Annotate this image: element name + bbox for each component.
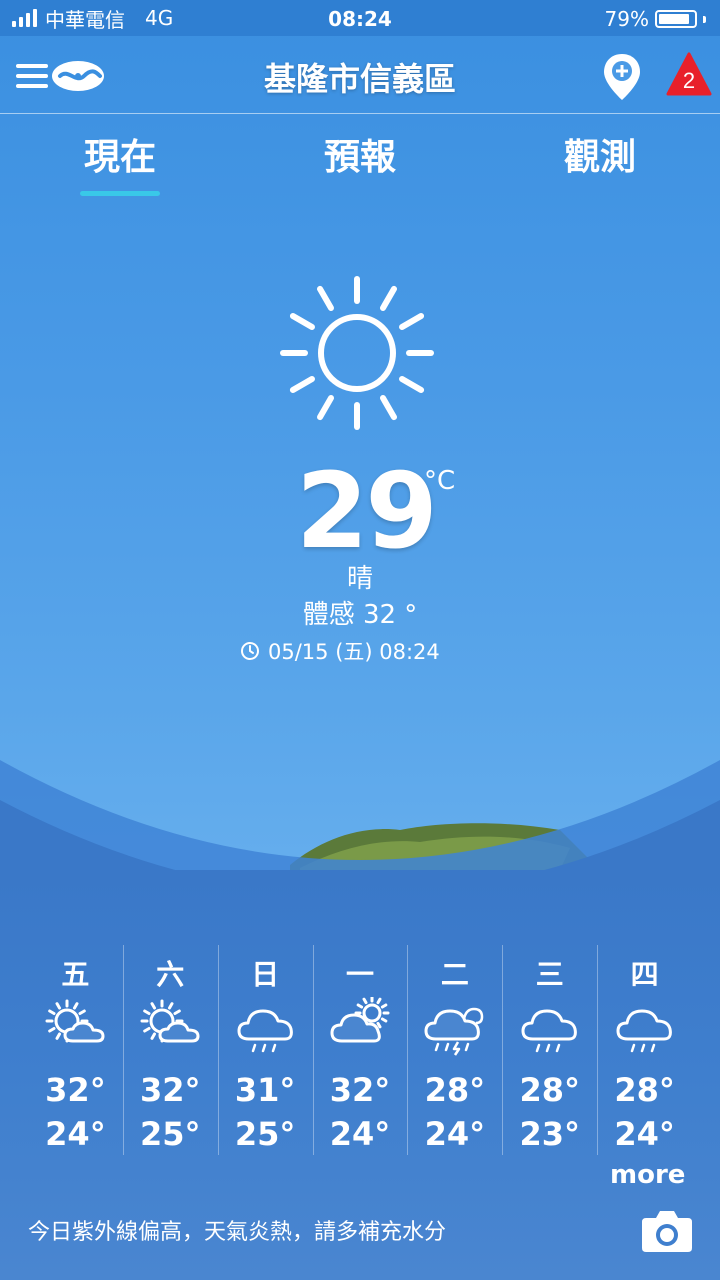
sun-icon — [272, 268, 442, 438]
feels-like: 體感 32 ° — [302, 600, 418, 630]
rain-cloud-icon — [519, 997, 581, 1053]
day-name: 五 — [61, 958, 90, 991]
forecast-day[interactable]: 四 28° 24° — [597, 945, 692, 1155]
forecast-day[interactable]: 二 28° 24° — [407, 945, 502, 1155]
tab-observation[interactable]: 觀測 — [520, 128, 680, 180]
temperature-unit: °C — [424, 466, 456, 496]
tab-forecast[interactable]: 預報 — [280, 128, 440, 180]
day-name: 日 — [251, 958, 280, 991]
day-name: 六 — [156, 958, 185, 991]
status-bar: 中華電信 4G 08:24 79% — [0, 0, 720, 36]
tab-now[interactable]: 現在 — [40, 128, 200, 196]
day-low: 25° — [140, 1115, 201, 1153]
day-low: 24° — [329, 1115, 391, 1153]
carrier-name: 中華電信 — [45, 7, 125, 32]
day-name: 四 — [630, 958, 659, 991]
sun-cloud-icon — [140, 997, 202, 1053]
add-location-button[interactable] — [600, 52, 644, 102]
signal-icon — [12, 9, 37, 27]
rain-cloud-icon — [235, 997, 297, 1053]
rain-cloud-icon — [614, 997, 676, 1053]
day-low: 23° — [519, 1115, 580, 1153]
cloud-sun-icon — [330, 995, 392, 1053]
menu-button[interactable] — [16, 58, 106, 94]
forecast-day[interactable]: 一 32° 24° — [312, 945, 408, 1155]
day-low: 24° — [424, 1115, 486, 1153]
battery-icon — [655, 10, 697, 28]
alert-button[interactable]: 2 — [666, 52, 712, 96]
weather-tip: 今日紫外線偏高，天氣炎熱，請多補充水分 — [28, 1220, 447, 1245]
day-high: 28° — [614, 1071, 675, 1109]
forecast-day[interactable]: 三 28° 23° — [502, 945, 597, 1155]
battery-percent: 79% — [604, 7, 649, 31]
clock-icon — [241, 642, 259, 660]
add-location-pin-icon — [604, 54, 640, 100]
forecast-day[interactable]: 六 32° 25° — [122, 945, 218, 1155]
day-low: 24° — [614, 1115, 675, 1153]
day-low: 25° — [234, 1115, 296, 1153]
observation-time-text: 05/15 (五) 08:24 — [268, 640, 440, 664]
warning-triangle-icon: 2 — [666, 52, 712, 96]
location-title[interactable]: 基隆市信義區 — [180, 54, 540, 100]
day-low: 24° — [45, 1115, 106, 1153]
day-name: 三 — [535, 958, 564, 991]
camera-button[interactable] — [640, 1206, 694, 1256]
tab-bar: 現在 預報 觀測 — [0, 118, 720, 196]
day-high: 32° — [140, 1071, 201, 1109]
menu-icon — [16, 61, 104, 91]
day-high: 28° — [424, 1071, 486, 1109]
weekly-forecast: 五 32° 24° 六 32° 25° 日 31° 25° 一 32° 24° … — [28, 945, 692, 1165]
weather-condition: 晴 — [346, 564, 373, 594]
day-name: 二 — [440, 958, 469, 991]
sun-cloud-icon — [45, 997, 107, 1053]
more-link[interactable]: more — [610, 1160, 685, 1190]
day-high: 32° — [329, 1071, 391, 1109]
header-divider — [0, 113, 720, 114]
alert-count: 2 — [683, 68, 695, 93]
forecast-day[interactable]: 五 32° 24° — [28, 945, 123, 1155]
day-name: 一 — [346, 958, 375, 991]
observation-time: 05/15 (五) 08:24 — [240, 636, 440, 666]
network-type: 4G — [145, 6, 174, 30]
day-high: 32° — [45, 1071, 106, 1109]
day-high: 28° — [519, 1071, 580, 1109]
thunder-rain-icon — [424, 997, 486, 1056]
battery-indicator: 79% — [605, 7, 706, 31]
current-temperature: 29 — [296, 450, 438, 572]
forecast-day[interactable]: 日 31° 25° — [217, 945, 313, 1155]
day-high: 31° — [234, 1071, 296, 1109]
camera-icon — [642, 1211, 692, 1252]
